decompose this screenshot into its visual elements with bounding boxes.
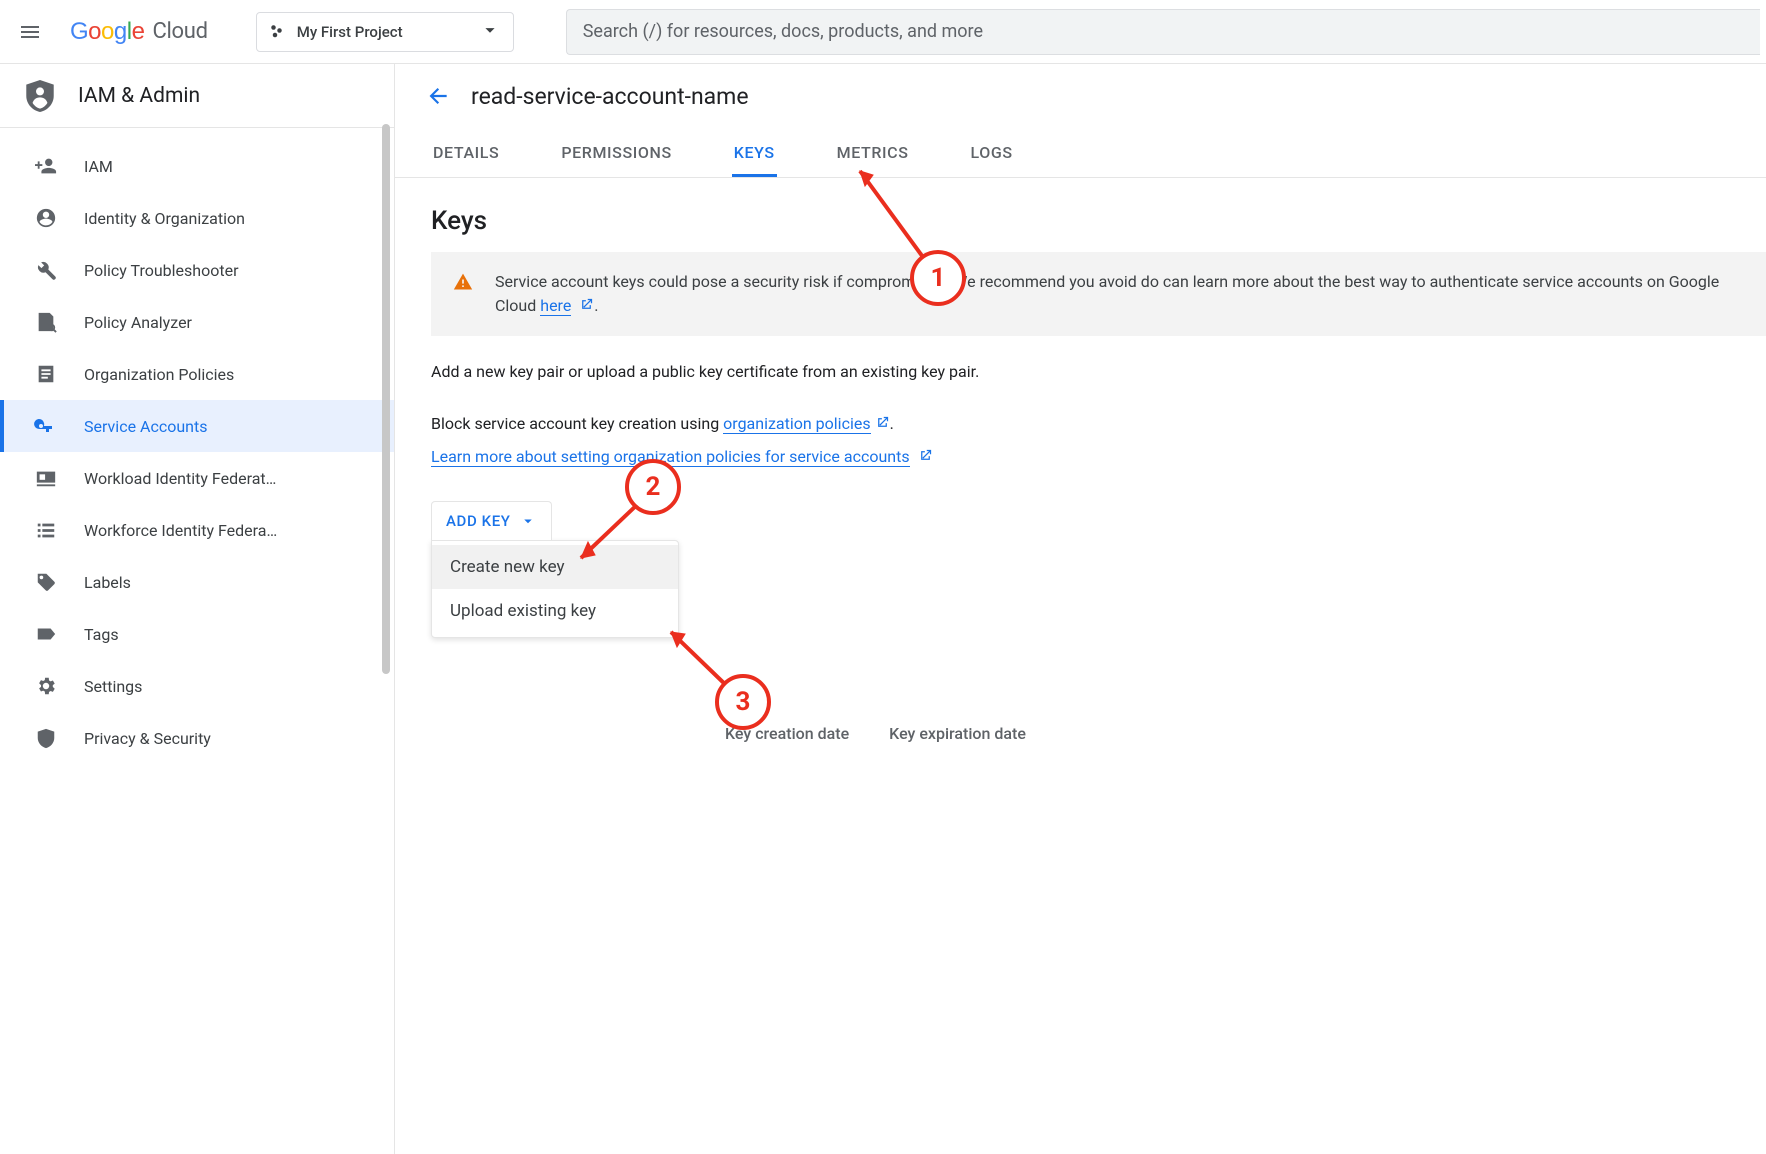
- logo-cloud-text: Cloud: [152, 19, 207, 44]
- tab-details[interactable]: DETAILS: [431, 143, 501, 177]
- sidebar-scrollbar[interactable]: [378, 124, 394, 1154]
- nav-iam[interactable]: IAM: [0, 140, 394, 192]
- project-name: My First Project: [297, 23, 403, 41]
- tab-permissions[interactable]: PERMISSIONS: [559, 143, 673, 177]
- external-link-icon: [918, 448, 933, 463]
- project-picker[interactable]: My First Project: [256, 12, 514, 52]
- nav-service-accounts[interactable]: Service Accounts: [0, 400, 394, 452]
- nav-policy-analyzer[interactable]: Policy Analyzer: [0, 296, 394, 348]
- hamburger-icon: [18, 20, 42, 44]
- arrow-back-icon: [425, 83, 451, 109]
- key-icon: [34, 414, 58, 438]
- add-key-dropdown: Create new key Upload existing key: [431, 540, 679, 638]
- tab-bar: DETAILS PERMISSIONS KEYS METRICS LOGS: [395, 128, 1766, 178]
- section-header: IAM & Admin: [0, 64, 394, 128]
- external-link-icon: [579, 297, 594, 312]
- nav-privacy-security[interactable]: Privacy & Security: [0, 712, 394, 764]
- nav-workload-identity-federation[interactable]: Workload Identity Federat…: [0, 452, 394, 504]
- person-add-icon: [34, 155, 58, 177]
- col-key-expiration-date: Key expiration date: [889, 724, 1026, 743]
- nav-workforce-identity-federation[interactable]: Workforce Identity Federa…: [0, 504, 394, 556]
- gear-icon: [34, 675, 58, 697]
- left-sidebar: IAM & Admin IAM Identity & Organization …: [0, 64, 395, 1154]
- sidebar-nav: IAM Identity & Organization Policy Troub…: [0, 128, 394, 764]
- back-button[interactable]: [425, 83, 451, 109]
- label-icon: [34, 571, 58, 593]
- project-icon: [269, 23, 287, 41]
- keys-table-header: Key creation date Key expiration date: [725, 724, 1026, 743]
- keys-content: Keys Service account keys could pose a s…: [395, 178, 1766, 638]
- top-header: Google Cloud My First Project Search (/)…: [0, 0, 1766, 64]
- page-title: read-service-account-name: [471, 83, 749, 110]
- chevron-down-icon: [519, 512, 537, 530]
- hamburger-menu-button[interactable]: [6, 8, 54, 56]
- tag-icon: [34, 623, 58, 645]
- annotation-marker-3: 3: [715, 674, 771, 730]
- tab-logs[interactable]: LOGS: [969, 143, 1015, 177]
- menu-create-new-key[interactable]: Create new key: [432, 545, 678, 589]
- learn-more-link[interactable]: Learn more about setting organization po…: [431, 447, 910, 467]
- section-title: IAM & Admin: [78, 84, 200, 108]
- scrollbar-thumb[interactable]: [382, 124, 390, 674]
- app-body: IAM & Admin IAM Identity & Organization …: [0, 64, 1766, 1154]
- article-icon: [34, 363, 58, 385]
- learn-more-line: Learn more about setting organization po…: [431, 445, 1766, 470]
- menu-upload-existing-key[interactable]: Upload existing key: [432, 589, 678, 633]
- page-header: read-service-account-name: [395, 64, 1766, 128]
- nav-labels[interactable]: Labels: [0, 556, 394, 608]
- wrench-icon: [34, 259, 58, 281]
- security-warning-alert: Service account keys could pose a securi…: [431, 252, 1766, 336]
- nav-policy-troubleshooter[interactable]: Policy Troubleshooter: [0, 244, 394, 296]
- shield-icon: [34, 727, 58, 749]
- shield-person-icon: [22, 78, 58, 114]
- search-placeholder: Search (/) for resources, docs, products…: [583, 21, 983, 42]
- tab-metrics[interactable]: METRICS: [835, 143, 911, 177]
- main-pane: read-service-account-name DETAILS PERMIS…: [395, 64, 1766, 1154]
- workload-icon: [34, 467, 58, 489]
- list-icon: [34, 519, 58, 541]
- block-text: Block service account key creation using…: [431, 412, 1766, 437]
- nav-settings[interactable]: Settings: [0, 660, 394, 712]
- nav-organization-policies[interactable]: Organization Policies: [0, 348, 394, 400]
- chevron-down-icon: [479, 19, 501, 45]
- nav-tags[interactable]: Tags: [0, 608, 394, 660]
- google-cloud-logo[interactable]: Google Cloud: [70, 18, 208, 46]
- intro-text: Add a new key pair or upload a public ke…: [431, 360, 1766, 385]
- organization-policies-link[interactable]: organization policies: [723, 414, 870, 434]
- add-key-button[interactable]: ADD KEY: [431, 501, 552, 540]
- warning-icon: [453, 272, 473, 318]
- alert-here-link[interactable]: here: [540, 296, 571, 316]
- tab-keys[interactable]: KEYS: [732, 143, 777, 177]
- alert-text: Service account keys could pose a securi…: [495, 270, 1746, 318]
- account-circle-icon: [34, 207, 58, 229]
- keys-heading: Keys: [431, 206, 1766, 236]
- nav-identity-organization[interactable]: Identity & Organization: [0, 192, 394, 244]
- analyzer-icon: [34, 311, 58, 333]
- col-key-creation-date: Key creation date: [725, 724, 849, 743]
- global-search[interactable]: Search (/) for resources, docs, products…: [566, 9, 1760, 55]
- external-link-icon: [875, 415, 890, 430]
